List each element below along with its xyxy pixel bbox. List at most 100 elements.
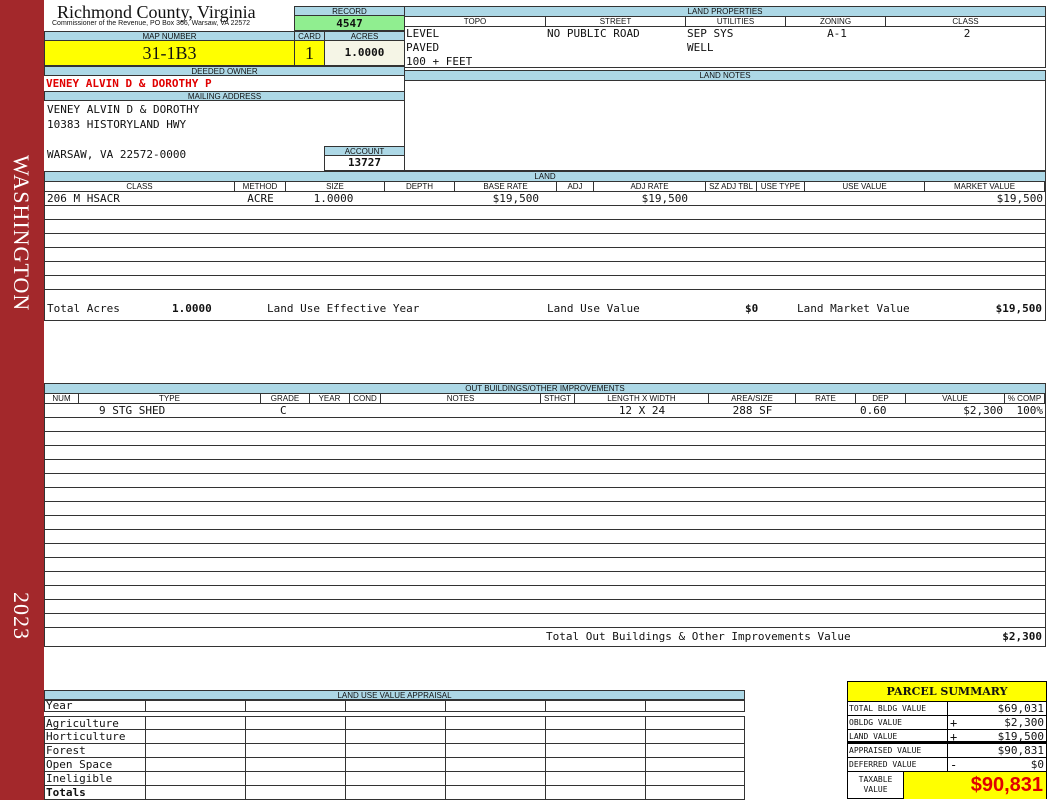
land-use-cell <box>645 730 646 743</box>
land-use-cell <box>545 730 546 743</box>
land-use-cell <box>145 730 146 743</box>
land-use-cell <box>345 772 346 785</box>
address-line: WARSAW, VA 22572-0000 <box>47 148 187 161</box>
land-row <box>45 262 1045 276</box>
land-use-cell <box>445 772 446 785</box>
land-totals: Total Acres 1.0000 Land Use Effective Ye… <box>45 290 1045 320</box>
land-use-cell <box>545 701 546 711</box>
column-header: TYPE <box>79 394 261 403</box>
land-use-row: Forest <box>44 744 745 758</box>
outbuilding-row <box>45 558 1045 572</box>
column-header: CLASS <box>45 182 235 191</box>
outbuilding-row <box>45 488 1045 502</box>
land-cell: ACRE <box>247 192 274 205</box>
map-number-value: 31-1B3 <box>44 40 295 66</box>
sidebar: WASHINGTON 2023 <box>0 0 44 800</box>
outbuilding-cell: 0.60 <box>860 404 887 417</box>
year-label: 2023 <box>9 592 34 640</box>
summary-divider <box>947 730 948 741</box>
card-value: 1 <box>294 40 325 66</box>
land-row <box>45 276 1045 290</box>
land-property-utilities: SEP SYS <box>687 27 734 40</box>
land-use-cell <box>645 758 646 771</box>
summary-divider <box>947 744 948 757</box>
column-header: GRADE <box>261 394 310 403</box>
page-subtitle: Commissioner of the Revenue, PO Box 366,… <box>52 20 251 27</box>
column-header: MARKET VALUE <box>925 182 1045 191</box>
summary-value: $90,831 <box>997 744 1044 757</box>
outbuilding-row <box>45 614 1045 628</box>
land-use-cell <box>445 744 446 757</box>
outbuilding-row <box>45 516 1045 530</box>
land-use-cell <box>445 730 446 743</box>
land-use-cell <box>245 717 246 729</box>
land-use-cell <box>145 758 146 771</box>
land-use-cell <box>645 701 646 711</box>
land-property-topo: PAVED <box>406 41 440 54</box>
column-header: ADJ RATE <box>594 182 706 191</box>
land-use-cell <box>345 744 346 757</box>
column-header: LENGTH X WIDTH <box>575 394 709 403</box>
total-acres-label: Total Acres <box>47 302 120 315</box>
column-header: CLASS <box>886 17 1046 26</box>
column-header: VALUE <box>906 394 1005 403</box>
account-value: 13727 <box>324 155 405 171</box>
land-use-cell <box>245 744 246 757</box>
record-value: 4547 <box>294 15 405 31</box>
land-use-year-label: Land Use Effective Year <box>267 302 420 315</box>
land-use-cell <box>445 701 446 711</box>
column-header: ZONING <box>786 17 886 26</box>
land-use-row-label: Ineligible <box>46 772 113 785</box>
outbuilding-cell: $2,300 <box>963 404 1003 417</box>
land-use-row: Open Space <box>44 758 745 772</box>
column-header: STHGT <box>541 394 575 403</box>
column-header: STREET <box>546 17 686 26</box>
outbuilding-row <box>45 572 1045 586</box>
land-table: LAND CLASS METHOD SIZE DEPTH BASE RATE ADJ ADJ… <box>44 171 1046 321</box>
land-use-row: Year <box>44 699 745 712</box>
summary-sign: + <box>950 730 958 744</box>
column-header: DEPTH <box>385 182 455 191</box>
land-use-row-label: Totals <box>46 786 86 799</box>
land-use-cell <box>345 717 346 729</box>
summary-label: TOTAL BLDG VALUE <box>849 704 927 713</box>
land-use-value-label: Land Use Value <box>547 302 640 315</box>
land-row <box>45 220 1045 234</box>
land-label: LAND <box>45 172 1045 182</box>
land-property-topo: 100 + FEET <box>406 55 473 68</box>
column-header: YEAR <box>310 394 350 403</box>
land-use-cell <box>645 786 646 799</box>
summary-value: $19,500 <box>997 730 1044 743</box>
outbuilding-cell: 12 X 24 <box>618 404 666 417</box>
column-header: ADJ <box>557 182 594 191</box>
land-use-appraisal-label: LAND USE VALUE APPRAISAL <box>44 690 745 700</box>
district-label: WASHINGTON <box>9 155 34 312</box>
column-header: RATE <box>796 394 856 403</box>
land-use-row-label: Forest <box>46 744 86 757</box>
summary-divider <box>947 716 948 729</box>
summary-row: DEFERRED VALUE - $0 <box>848 758 1046 772</box>
outbuilding-row <box>45 446 1045 460</box>
column-header: NUM <box>45 394 79 403</box>
land-use-cell <box>145 717 146 729</box>
column-header: % COMP <box>1005 394 1045 403</box>
column-header: SZ ADJ TBL <box>706 182 757 191</box>
summary-label: OBLDG VALUE <box>849 718 902 727</box>
column-header: UTILITIES <box>686 17 786 26</box>
acres-value: 1.0000 <box>324 40 405 66</box>
land-row <box>45 206 1045 220</box>
land-use-row: Ineligible <box>44 772 745 786</box>
outbuildings-label: OUT BUILDINGS/OTHER IMPROVEMENTS <box>45 384 1045 394</box>
summary-value: $69,031 <box>997 702 1044 715</box>
summary-label: DEFERRED VALUE <box>849 760 917 769</box>
land-row <box>45 234 1045 248</box>
outbuildings-table: OUT BUILDINGS/OTHER IMPROVEMENTS NUM TYPE… <box>44 383 1046 647</box>
summary-sign: + <box>950 716 958 730</box>
land-use-cell <box>445 758 446 771</box>
summary-row: TOTAL BLDG VALUE $69,031 <box>848 702 1046 716</box>
summary-value: $0 <box>1030 758 1044 771</box>
land-use-cell <box>645 717 646 729</box>
outbuildings-total-label: Total Out Buildings & Other Improvements… <box>546 630 851 643</box>
land-use-cell <box>545 772 546 785</box>
land-use-cell <box>345 758 346 771</box>
